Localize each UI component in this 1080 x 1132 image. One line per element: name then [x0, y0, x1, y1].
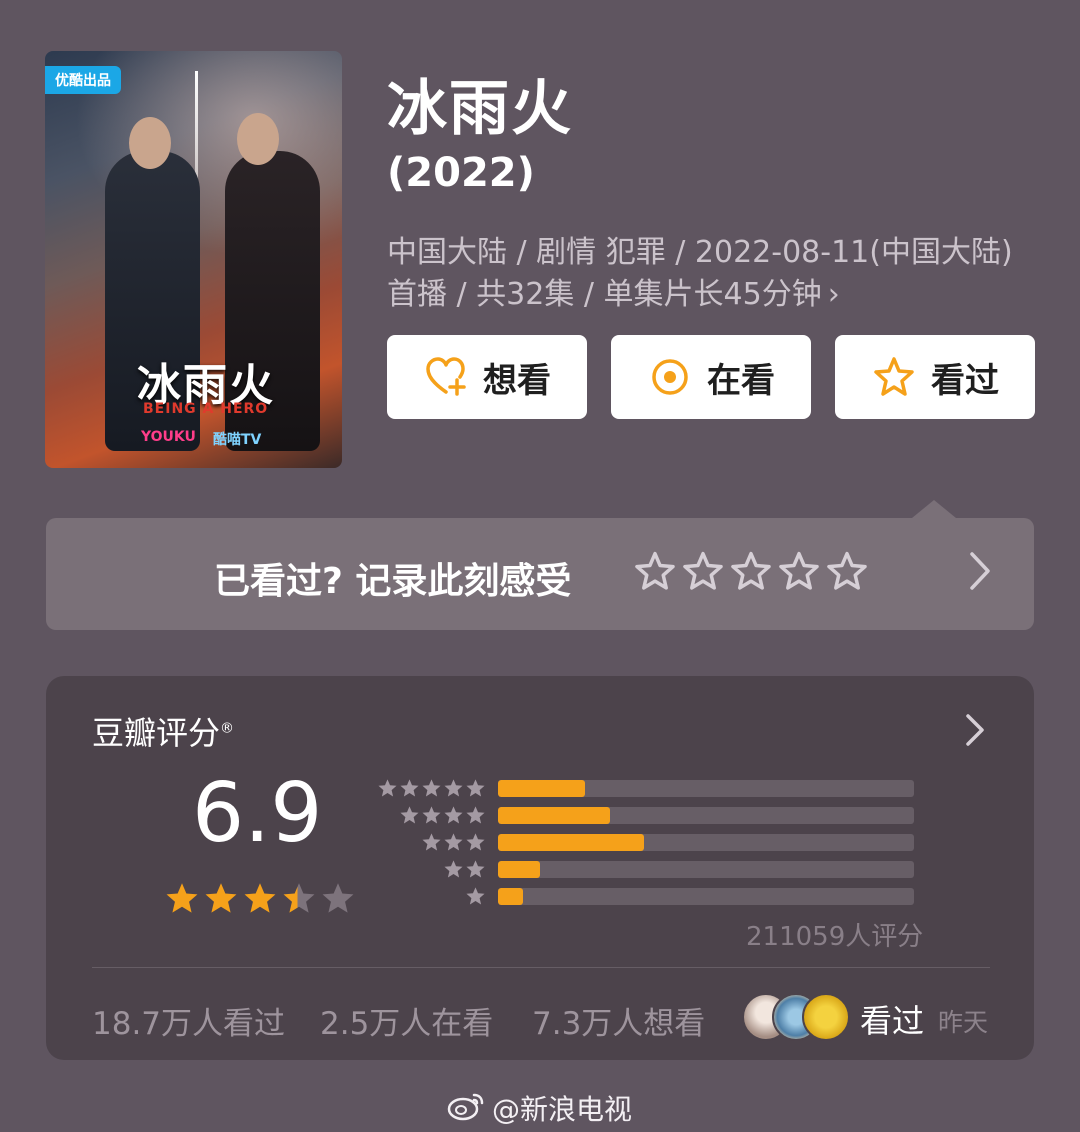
- distribution-track: [498, 834, 914, 851]
- rating-star-icon: [322, 883, 354, 913]
- distribution-star-icon: [422, 779, 441, 797]
- poster-brand-youku: YOUKU: [141, 429, 196, 445]
- rating-score: 6.9: [192, 766, 323, 861]
- stat-want[interactable]: 7.3万人想看: [532, 998, 705, 1043]
- distribution-star-group: [443, 859, 486, 881]
- show-year: (2022): [387, 150, 535, 196]
- distribution-star-icon: [466, 779, 485, 797]
- star-outline-icon[interactable]: [730, 551, 772, 593]
- rating-star-icon: [244, 883, 276, 913]
- watching-button[interactable]: 在看: [611, 335, 811, 419]
- distribution-star-icon: [422, 833, 441, 851]
- rating-count: 211059人评分: [746, 922, 924, 952]
- distribution-stars: [380, 803, 486, 830]
- rate-bar-pointer: [912, 500, 956, 518]
- poster-image[interactable]: 优酷出品 冰雨火 BEING A HERO YOUKU 酷喵TV: [45, 51, 342, 468]
- avatar: [802, 993, 850, 1041]
- rating-star-icon: [283, 883, 315, 913]
- distribution-star-icon: [422, 806, 441, 824]
- registered-mark: ®: [220, 720, 235, 737]
- star-outline-icon[interactable]: [682, 551, 724, 593]
- heart-plus-icon: [423, 354, 469, 400]
- distribution-star-group: [465, 886, 486, 908]
- watermark-text: @新浪电视: [492, 1093, 633, 1126]
- distribution-stars: [380, 830, 486, 857]
- distribution-star-group: [421, 832, 486, 854]
- star-outline-icon[interactable]: [826, 551, 868, 593]
- distribution-star-icon: [444, 806, 463, 824]
- poster-brand-other: 酷喵TV: [213, 432, 262, 448]
- rating-star-icon: [166, 883, 198, 913]
- rate-prompt-bar[interactable]: 已看过? 记录此刻感受: [46, 500, 1034, 630]
- rating-title-text: 豆瓣评分: [92, 714, 221, 752]
- friend-avatars[interactable]: [742, 993, 852, 1041]
- distribution-bar: [498, 780, 586, 797]
- show-meta[interactable]: 中国大陆 / 剧情 犯罪 / 2022-08-11(中国大陆)首播 / 共32集…: [387, 232, 1017, 316]
- stat-watching[interactable]: 2.5万人在看: [320, 998, 493, 1043]
- star-outline-icon[interactable]: [778, 551, 820, 593]
- watching-label: 在看: [707, 360, 775, 401]
- distribution-star-icon: [444, 833, 463, 851]
- rating-star-icon: [205, 883, 237, 913]
- distribution-star-icon: [466, 833, 485, 851]
- poster-head-right: [237, 113, 279, 165]
- poster-subtitle: BEING A HERO: [143, 401, 269, 417]
- watermark: @新浪电视: [446, 1088, 632, 1128]
- distribution-star-icon: [444, 860, 463, 878]
- distribution-bar: [498, 807, 611, 824]
- poster-head-left: [129, 117, 171, 169]
- show-meta-text: 中国大陆 / 剧情 犯罪 / 2022-08-11(中国大陆)首播 / 共32集…: [387, 235, 1013, 312]
- rate-stars[interactable]: [634, 551, 868, 593]
- star-outline-icon[interactable]: [634, 551, 676, 593]
- distribution-stars: [380, 857, 486, 884]
- want-to-watch-label: 想看: [483, 360, 551, 401]
- chevron-right-icon: ›: [827, 277, 840, 312]
- watched-button[interactable]: 看过: [835, 335, 1035, 419]
- show-title: 冰雨火: [387, 74, 573, 144]
- weibo-icon: [446, 1089, 486, 1128]
- distribution-track: [498, 780, 914, 797]
- distribution-star-icon: [378, 779, 397, 797]
- distribution-star-icon: [400, 779, 419, 797]
- rate-prompt-text: 已看过? 记录此刻感受: [214, 561, 572, 602]
- distribution-star-icon: [466, 806, 485, 824]
- distribution-bar: [498, 861, 540, 878]
- distribution-star-group: [377, 778, 486, 800]
- distribution-bar: [498, 888, 523, 905]
- distribution-track: [498, 888, 914, 905]
- distribution-star-icon: [444, 779, 463, 797]
- chevron-right-icon[interactable]: [964, 712, 986, 752]
- rating-stars: [164, 881, 356, 917]
- distribution-track: [498, 861, 914, 878]
- distribution-stars: [377, 776, 486, 803]
- distribution-bar: [498, 834, 644, 851]
- friend-time: 昨天: [938, 1008, 989, 1037]
- target-icon: [647, 354, 693, 400]
- want-to-watch-button[interactable]: 想看: [387, 335, 587, 419]
- distribution-stars: [380, 884, 486, 911]
- distribution-track: [498, 807, 914, 824]
- star-icon: [871, 354, 917, 400]
- distribution-star-icon: [400, 806, 419, 824]
- distribution-star-group: [399, 805, 486, 827]
- poster-badge: 优酷出品: [45, 66, 121, 94]
- distribution-star-icon: [466, 887, 485, 905]
- distribution-star-icon: [466, 860, 485, 878]
- stat-watched[interactable]: 18.7万人看过: [92, 998, 285, 1043]
- rating-title[interactable]: 豆瓣评分®: [92, 708, 234, 754]
- divider: [92, 967, 990, 968]
- rating-panel: 豆瓣评分® 6.9 211059人评分 18.7万人看过 2.5万人在看 7.3…: [46, 676, 1034, 1060]
- chevron-right-icon[interactable]: [966, 548, 994, 598]
- friend-action: 看过: [860, 1002, 925, 1040]
- watched-label: 看过: [931, 360, 999, 401]
